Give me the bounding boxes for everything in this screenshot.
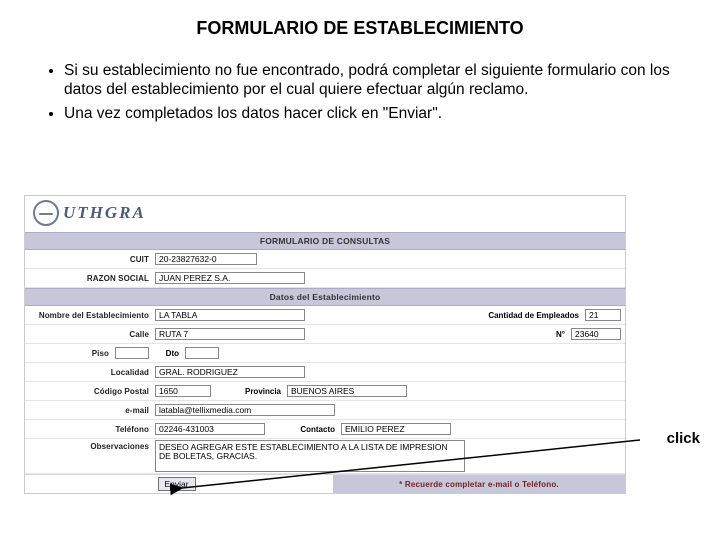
input-cp[interactable] <box>155 385 211 397</box>
logo: UTHGRA <box>25 196 625 232</box>
click-label: click <box>667 430 700 447</box>
label-nombre: Nombre del Establecimiento <box>29 311 155 320</box>
label-cp: Código Postal <box>29 387 155 396</box>
label-localidad: Localidad <box>29 368 155 377</box>
label-contacto: Contacto <box>265 425 341 434</box>
enviar-button[interactable]: Enviar <box>158 477 196 491</box>
input-contacto[interactable] <box>341 423 451 435</box>
label-observ: Observaciones <box>29 440 155 451</box>
label-cuit: CUIT <box>29 255 155 264</box>
instruction-list: Si su establecimiento no fue encontrado,… <box>24 61 696 123</box>
label-piso: Piso <box>29 349 115 358</box>
section-header-consultas: FORMULARIO DE CONSULTAS <box>25 232 625 250</box>
label-razon: RAZON SOCIAL <box>29 274 155 283</box>
input-provincia[interactable] <box>287 385 407 397</box>
label-telefono: Teléfono <box>29 425 155 434</box>
label-dto: Dto <box>149 349 185 358</box>
footer-note: * Recuerde completar e-mail o Teléfono. <box>333 475 625 493</box>
input-dto[interactable] <box>185 347 219 359</box>
logo-text: UTHGRA <box>63 203 146 223</box>
input-localidad[interactable] <box>155 366 305 378</box>
section-header-datos: Datos del Establecimiento <box>25 288 625 306</box>
instruction-item: Si su establecimiento no fue encontrado,… <box>64 61 696 100</box>
input-telefono[interactable] <box>155 423 265 435</box>
input-observ[interactable]: DESEO AGREGAR ESTE ESTABLECIMIENTO A LA … <box>155 440 465 472</box>
logo-icon <box>33 200 59 226</box>
input-razon[interactable] <box>155 272 305 284</box>
label-email: e-mail <box>29 406 155 415</box>
input-email[interactable] <box>155 404 335 416</box>
page-title: FORMULARIO DE ESTABLECIMIENTO <box>24 18 696 39</box>
label-provincia: Provincia <box>211 387 287 396</box>
input-n[interactable] <box>571 328 621 340</box>
input-calle[interactable] <box>155 328 305 340</box>
input-nombre[interactable] <box>155 309 305 321</box>
input-cantidad[interactable] <box>585 309 621 321</box>
input-piso[interactable] <box>115 347 149 359</box>
input-cuit[interactable] <box>155 253 257 265</box>
label-calle: Calle <box>29 330 155 339</box>
form-screenshot: UTHGRA FORMULARIO DE CONSULTAS CUIT RAZO… <box>24 195 626 494</box>
label-cantidad: Cantidad de Empleados <box>469 311 585 320</box>
instruction-item: Una vez completados los datos hacer clic… <box>64 104 696 123</box>
label-n: N° <box>541 330 571 339</box>
